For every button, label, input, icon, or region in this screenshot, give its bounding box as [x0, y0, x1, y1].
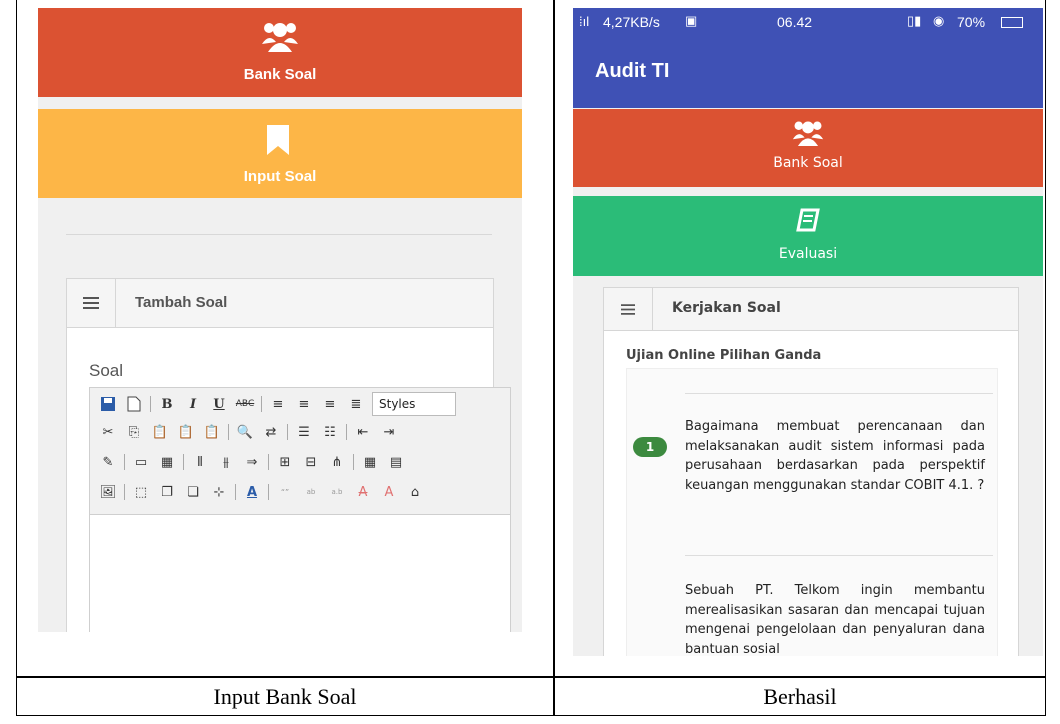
align-right-icon[interactable]: ≡: [320, 395, 340, 413]
find-icon[interactable]: 🔍: [235, 423, 255, 441]
image-icon: ▣: [685, 13, 698, 28]
italic-button[interactable]: I: [183, 395, 203, 413]
acronym-icon[interactable]: a.b: [327, 483, 347, 501]
paste-text-icon[interactable]: 📋: [176, 423, 196, 441]
question-list: 1 Bagaimana membuat perencanaan dan mela…: [626, 368, 998, 656]
evaluasi-tile[interactable]: Evaluasi: [573, 196, 1043, 276]
save-icon[interactable]: [98, 395, 118, 413]
editor-toolbar: B I U ABC ≡ ≡ ≡ ≣ Styles ✂ ⎘ 📋 📋 📋 🔍 ⇄ ☰…: [90, 388, 510, 515]
vibrate-icon: ▯▮: [907, 13, 922, 28]
layer-back-icon[interactable]: ❏: [183, 483, 203, 501]
attribute-icon[interactable]: ⌂: [405, 483, 425, 501]
split-icon[interactable]: ⇒: [242, 453, 262, 471]
bank-soal-label: Bank Soal: [773, 155, 843, 171]
question-divider: [685, 393, 993, 394]
battery-icon: [1001, 17, 1023, 28]
styles-select[interactable]: Styles: [372, 392, 456, 416]
paste-icon[interactable]: 📋: [150, 423, 170, 441]
input-soal-tile[interactable]: Input Soal: [38, 109, 522, 198]
bold-button[interactable]: B: [157, 395, 177, 413]
exam-title: Ujian Online Pilihan Ganda: [626, 348, 822, 363]
indent-icon[interactable]: ⇥: [379, 423, 399, 441]
card-header: Tambah Soal: [67, 279, 493, 328]
question-number-badge: 1: [633, 437, 667, 457]
copy-icon[interactable]: ⎘: [124, 423, 144, 441]
input-soal-label: Input Soal: [243, 168, 317, 185]
right-screenshot: ⁞ıl 4,27KB/s ▣ 06.42 ▯▮ ◉ 70% Audit TI B…: [573, 8, 1043, 656]
bank-soal-label: Bank Soal: [243, 66, 317, 83]
bullet-list-icon[interactable]: ☰: [294, 423, 314, 441]
tree-icon[interactable]: ⋔: [327, 453, 347, 471]
quote-icon[interactable]: “”: [275, 483, 295, 501]
position-icon[interactable]: ⊹: [209, 483, 229, 501]
edit-icon[interactable]: ✎: [98, 453, 118, 471]
frame-icon[interactable]: ⬚: [131, 483, 151, 501]
divider-line: [66, 234, 492, 235]
card-title: Kerjakan Soal: [672, 300, 781, 316]
soal-label: Soal: [89, 361, 124, 380]
eye-icon: ◉: [933, 13, 945, 28]
users-icon: [792, 121, 824, 146]
bank-soal-tile[interactable]: Bank Soal: [38, 8, 522, 97]
cut-icon[interactable]: ✂: [98, 423, 118, 441]
grid-alt-icon[interactable]: ▤: [386, 453, 406, 471]
app-bar: Audit TI: [573, 38, 1043, 108]
card-header: Kerjakan Soal: [604, 288, 1018, 331]
question-1-text[interactable]: Bagaimana membuat perencanaan dan melaks…: [685, 417, 985, 495]
row-divider: [16, 676, 1046, 678]
underline-button[interactable]: U: [209, 395, 229, 413]
kerjakan-soal-card: Kerjakan Soal Ujian Online Pilihan Ganda…: [603, 287, 1019, 656]
question-divider: [685, 555, 993, 556]
delete-column-icon[interactable]: ⫵: [216, 453, 236, 471]
merge-icon[interactable]: ⊞: [275, 453, 295, 471]
paste-word-icon[interactable]: 📋: [202, 423, 222, 441]
bookmark-icon: [267, 125, 289, 155]
ins-icon[interactable]: A: [379, 483, 399, 501]
grid-icon[interactable]: ▦: [360, 453, 380, 471]
align-center-icon[interactable]: ≡: [294, 395, 314, 413]
new-document-icon[interactable]: [124, 395, 144, 413]
card-title: Tambah Soal: [135, 294, 228, 311]
tambah-soal-card: Tambah Soal Soal B I U ABC ≡ ≡ ≡ ≣ Style…: [66, 278, 511, 632]
network-speed: 4,27KB/s: [603, 14, 660, 30]
question-2-text[interactable]: Sebuah PT. Telkom ingin membantu mereali…: [685, 581, 985, 656]
evaluasi-label: Evaluasi: [778, 246, 838, 262]
align-justify-icon[interactable]: ≣: [346, 395, 366, 413]
status-bar: ⁞ıl 4,27KB/s ▣ 06.42 ▯▮ ◉ 70%: [573, 8, 1043, 38]
insert-column-icon[interactable]: ⫴: [190, 453, 210, 471]
bank-soal-tile[interactable]: Bank Soal: [573, 109, 1043, 187]
app-title: Audit TI: [595, 60, 670, 82]
battery-percent: 70%: [957, 14, 986, 30]
rich-text-editor[interactable]: B I U ABC ≡ ≡ ≡ ≣ Styles ✂ ⎘ 📋 📋 📋 🔍 ⇄ ☰…: [89, 387, 511, 632]
strikethrough-button[interactable]: ABC: [235, 395, 255, 413]
replace-icon[interactable]: ⇄: [261, 423, 281, 441]
table-row-icon[interactable]: ▭: [131, 453, 151, 471]
signal-icon: ⁞ıl: [579, 14, 590, 29]
layer-icon[interactable]: ❐: [157, 483, 177, 501]
left-screenshot: Bank Soal Input Soal Tambah Soal Soal B …: [38, 8, 522, 632]
outdent-icon[interactable]: ⇤: [353, 423, 373, 441]
del-icon[interactable]: A: [353, 483, 373, 501]
list-icon: [67, 279, 116, 327]
image-icon[interactable]: 🖼: [98, 483, 118, 501]
font-size-icon[interactable]: A: [242, 483, 262, 501]
caption-left: Input Bank Soal: [213, 684, 357, 709]
book-icon: [796, 208, 820, 232]
table-icon[interactable]: ▦: [157, 453, 177, 471]
align-left-icon[interactable]: ≡: [268, 395, 288, 413]
caption-right: Berhasil: [763, 684, 837, 709]
list-icon: [604, 288, 653, 330]
abbr-icon[interactable]: ab: [301, 483, 321, 501]
numbered-list-icon[interactable]: ☷: [320, 423, 340, 441]
status-time: 06.42: [777, 14, 813, 30]
cell-icon[interactable]: ⊟: [301, 453, 321, 471]
column-divider: [553, 0, 555, 716]
users-icon: [262, 23, 298, 52]
